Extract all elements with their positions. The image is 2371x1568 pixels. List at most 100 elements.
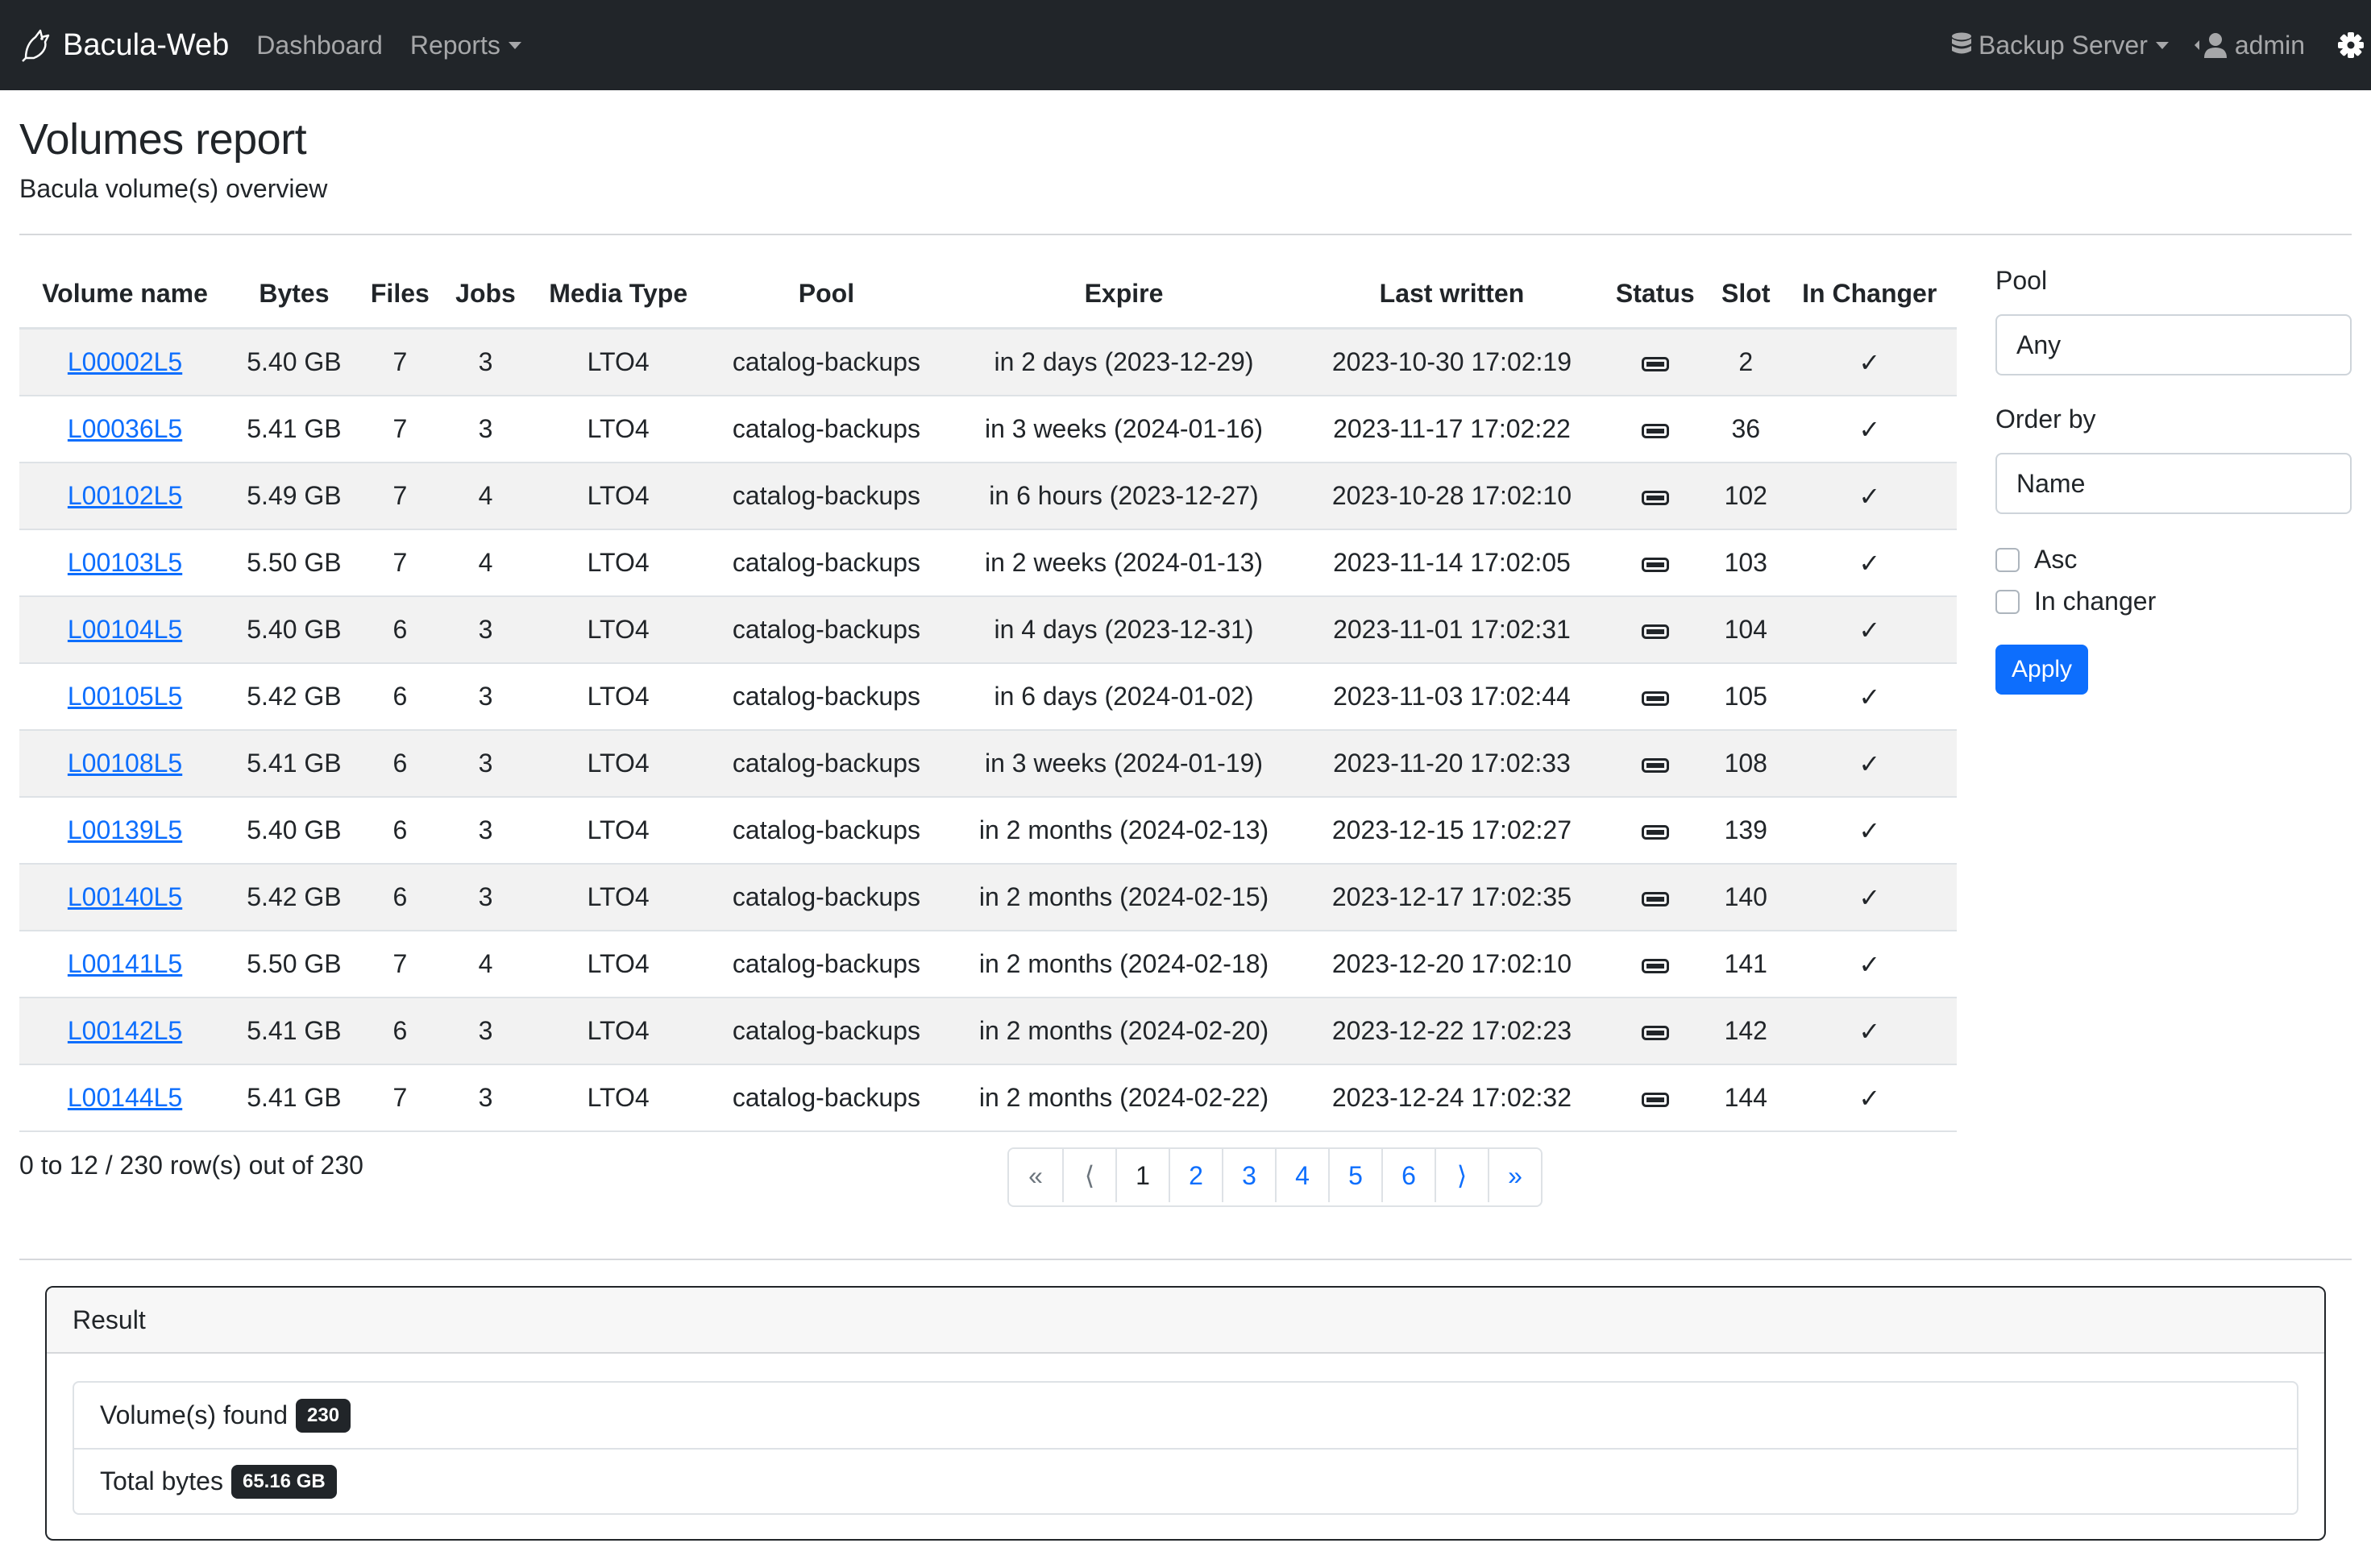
- jobs-cell: 3: [442, 395, 529, 463]
- jobs-cell: 3: [442, 997, 529, 1064]
- volumes-found-label: Volume(s) found: [100, 1400, 289, 1429]
- gear-icon[interactable]: [2337, 31, 2365, 59]
- page-first-button[interactable]: «: [1009, 1149, 1062, 1202]
- order-by-select[interactable]: Name: [1995, 453, 2352, 514]
- table-row: L00142L5 5.41 GB 6 3 LTO4 catalog-backups in 2…: [19, 997, 1957, 1064]
- volume-link[interactable]: L00102L5: [68, 481, 182, 510]
- page-next-button[interactable]: ⟩: [1435, 1149, 1488, 1202]
- nav-reports-dropdown[interactable]: Reports: [410, 31, 521, 60]
- table-row: L00139L5 5.40 GB 6 3 LTO4 catalog-backups in 2…: [19, 796, 1957, 864]
- page-2-button[interactable]: 2: [1169, 1149, 1222, 1202]
- in-changer-cell: ✓: [1782, 729, 1957, 797]
- bytes-cell: 5.42 GB: [230, 863, 358, 931]
- in-changer-checkbox[interactable]: [1995, 589, 2020, 614]
- last-written-cell: 2023-12-15 17:02:27: [1302, 796, 1601, 864]
- in-changer-cell: ✓: [1782, 595, 1957, 663]
- volume-link[interactable]: L00144L5: [68, 1083, 182, 1112]
- chevron-down-icon: [2155, 41, 2169, 49]
- volumes-count-badge: 230: [296, 1398, 351, 1433]
- jobs-cell: 3: [442, 1064, 529, 1132]
- volume-link[interactable]: L00141L5: [68, 949, 182, 978]
- column-header: Media Type: [529, 259, 708, 330]
- page-last-button[interactable]: »: [1488, 1149, 1541, 1202]
- pool-cell: catalog-backups: [708, 997, 945, 1064]
- apply-button[interactable]: Apply: [1995, 645, 2089, 695]
- top-navbar: Bacula-Web Dashboard Reports Backup Serv…: [0, 0, 2371, 90]
- pool-cell: catalog-backups: [708, 863, 945, 931]
- nav-dashboard-link[interactable]: Dashboard: [256, 31, 383, 60]
- table-row: L00036L5 5.41 GB 7 3 LTO4 catalog-backups in 3…: [19, 395, 1957, 463]
- tape-status-icon: [1641, 557, 1669, 572]
- volume-link[interactable]: L00142L5: [68, 1016, 182, 1045]
- table-row: L00144L5 5.41 GB 7 3 LTO4 catalog-backups in 2…: [19, 1064, 1957, 1132]
- in-changer-cell: ✓: [1782, 863, 1957, 931]
- volume-link[interactable]: L00104L5: [68, 615, 182, 644]
- pool-cell: catalog-backups: [708, 796, 945, 864]
- jobs-cell: 4: [442, 930, 529, 998]
- volume-link[interactable]: L00002L5: [68, 347, 182, 376]
- brand-name: Bacula-Web: [63, 27, 230, 62]
- table-row: L00104L5 5.40 GB 6 3 LTO4 catalog-backups in 4…: [19, 595, 1957, 663]
- column-header: Last written: [1302, 259, 1601, 330]
- volume-link[interactable]: L00103L5: [68, 548, 182, 577]
- column-header: Expire: [945, 259, 1303, 330]
- asc-checkbox[interactable]: [1995, 547, 2020, 572]
- slot-cell: 108: [1709, 729, 1783, 797]
- asc-option: Asc: [1995, 545, 2077, 575]
- in-changer-cell: ✓: [1782, 529, 1957, 596]
- table-row: L00103L5 5.50 GB 7 4 LTO4 catalog-backups in 2…: [19, 529, 1957, 596]
- status-cell: [1601, 327, 1710, 396]
- brand-link[interactable]: Bacula-Web: [19, 27, 229, 63]
- volumes-table: Volume name Bytes Files Jobs Media Type …: [19, 259, 1957, 1132]
- volume-link[interactable]: L00140L5: [68, 882, 182, 911]
- volume-name-cell: L00103L5: [19, 529, 231, 596]
- page-6-button[interactable]: 6: [1381, 1149, 1435, 1202]
- pool-cell: catalog-backups: [708, 662, 945, 730]
- page-4-button[interactable]: 4: [1275, 1149, 1328, 1202]
- files-cell: 7: [357, 1064, 442, 1132]
- result-card: Result Volume(s) found 230 Total bytes 6…: [45, 1286, 2326, 1541]
- nav-user-menu[interactable]: admin: [2194, 30, 2305, 60]
- nav-user-label: admin: [2234, 30, 2305, 60]
- page-prev-button[interactable]: ⟨: [1062, 1149, 1115, 1202]
- tape-status-icon: [1641, 824, 1669, 840]
- volume-link[interactable]: L00139L5: [68, 815, 182, 844]
- page-5-button[interactable]: 5: [1328, 1149, 1381, 1202]
- volume-link[interactable]: L00036L5: [68, 414, 182, 443]
- chevron-down-icon: [508, 41, 521, 49]
- media-type-cell: LTO4: [529, 997, 708, 1064]
- bytes-cell: 5.41 GB: [230, 395, 358, 463]
- page-3-button[interactable]: 3: [1222, 1149, 1275, 1202]
- volume-link[interactable]: L00108L5: [68, 749, 182, 778]
- files-cell: 6: [357, 796, 442, 864]
- page-1-button[interactable]: 1: [1115, 1149, 1169, 1202]
- table-row: L00141L5 5.50 GB 7 4 LTO4 catalog-backups in 2…: [19, 930, 1957, 998]
- pool-select[interactable]: Any: [1995, 314, 2352, 375]
- table-row: L00140L5 5.42 GB 6 3 LTO4 catalog-backups in 2…: [19, 863, 1957, 931]
- volume-name-cell: L00141L5: [19, 930, 231, 998]
- media-type-cell: LTO4: [529, 729, 708, 797]
- files-cell: 6: [357, 595, 442, 663]
- volume-link[interactable]: L00105L5: [68, 682, 182, 711]
- files-cell: 7: [357, 462, 442, 529]
- slot-cell: 36: [1709, 395, 1783, 463]
- pool-cell: catalog-backups: [708, 327, 945, 396]
- slot-cell: 103: [1709, 529, 1783, 596]
- pool-cell: catalog-backups: [708, 462, 945, 529]
- column-header: Slot: [1709, 259, 1783, 330]
- status-cell: [1601, 729, 1710, 797]
- files-cell: 7: [357, 930, 442, 998]
- order-by-label: Order by: [1995, 404, 2096, 433]
- jobs-cell: 3: [442, 327, 529, 396]
- tape-status-icon: [1641, 958, 1669, 973]
- nav-server-dropdown[interactable]: Backup Server: [1951, 31, 2169, 60]
- last-written-cell: 2023-11-01 17:02:31: [1302, 595, 1601, 663]
- in-changer-cell: ✓: [1782, 462, 1957, 529]
- files-cell: 6: [357, 997, 442, 1064]
- in-changer-cell: ✓: [1782, 395, 1957, 463]
- status-cell: [1601, 1064, 1710, 1132]
- media-type-cell: LTO4: [529, 662, 708, 730]
- rows-info: 0 to 12 / 230 row(s) out of 230: [19, 1151, 363, 1180]
- page-title: Volumes report: [19, 115, 307, 164]
- tape-status-icon: [1641, 891, 1669, 906]
